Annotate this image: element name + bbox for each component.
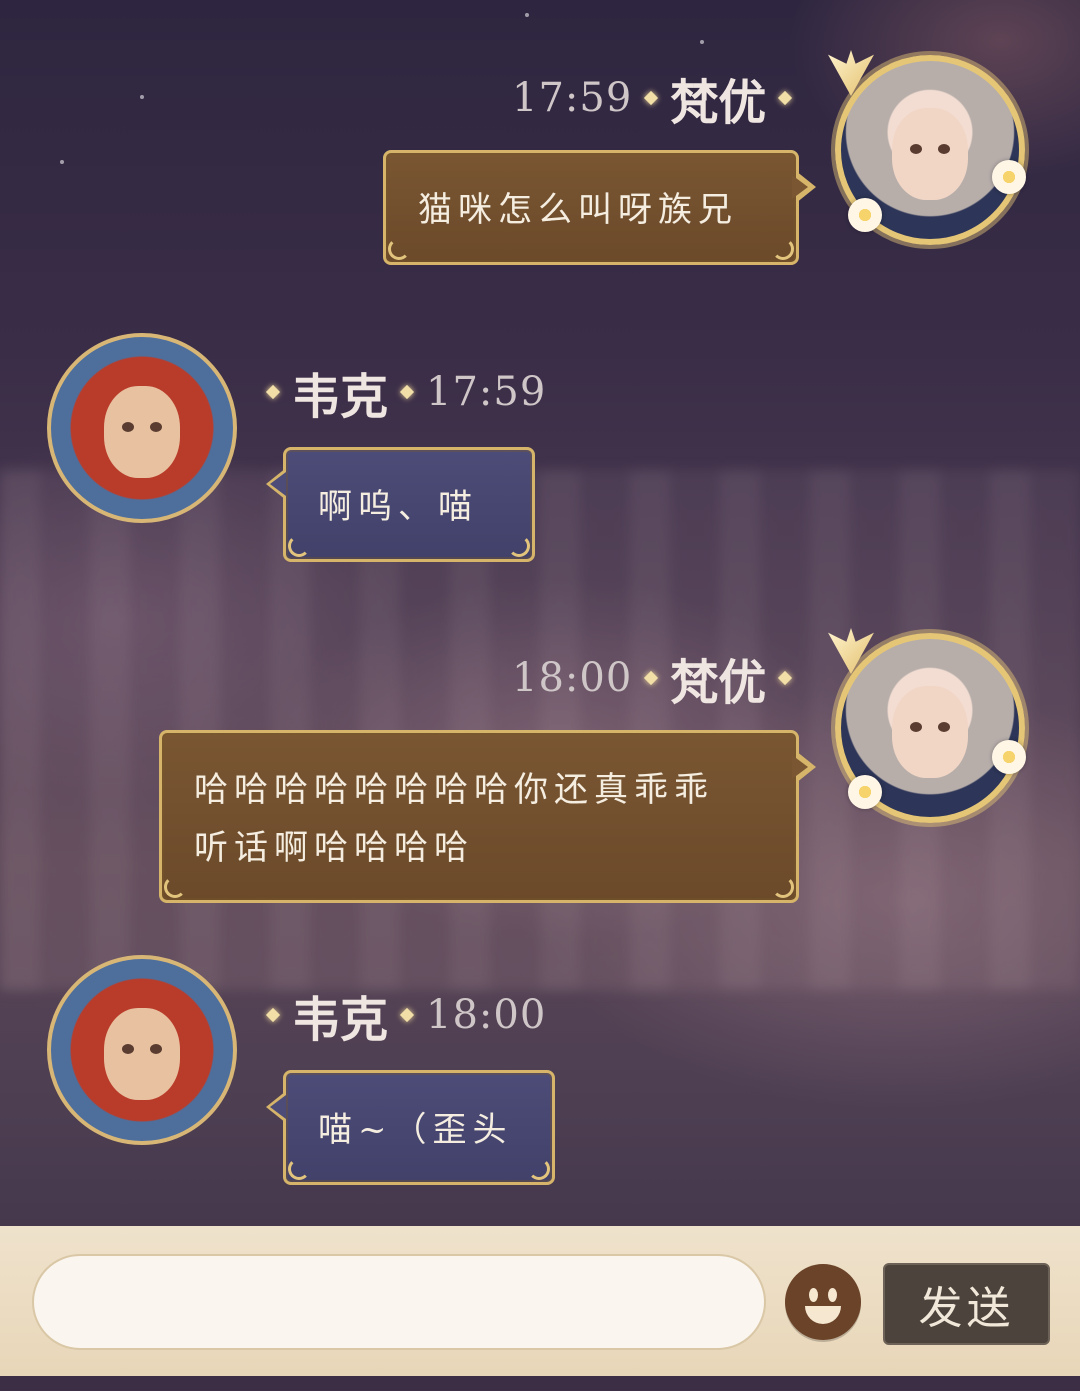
send-button[interactable]: 发送	[883, 1263, 1050, 1345]
bubble-corner-ornament	[772, 876, 794, 898]
sparkle	[700, 40, 704, 44]
message-header: 韦克 18:00	[265, 985, 547, 1048]
bubble-tail	[266, 1091, 286, 1123]
message-time: 17:59	[512, 75, 633, 121]
diamond-icon	[399, 1007, 415, 1023]
avatar-face	[104, 1007, 180, 1100]
flower-ornament-icon	[992, 740, 1026, 774]
diamond-icon	[644, 670, 659, 686]
diamond-icon	[778, 90, 793, 106]
message-header: 17:59 梵优	[512, 68, 793, 131]
message-time: 17:59	[426, 369, 547, 415]
diamond-icon	[265, 1007, 281, 1023]
diamond-icon	[644, 90, 659, 106]
chat-bubble-outgoing: 猫咪怎么叫呀族兄	[383, 150, 816, 265]
flower-ornament-icon	[848, 198, 882, 232]
message-text-line: 听话啊哈哈哈哈	[194, 828, 474, 868]
bubble-corner-ornament	[288, 1158, 310, 1180]
message-input[interactable]	[32, 1254, 766, 1350]
bubble-tail	[792, 171, 816, 203]
emoji-eye	[809, 1288, 818, 1302]
message-header: 韦克 17:59	[265, 362, 547, 425]
message-text: 啊呜、喵	[318, 487, 478, 527]
smiley-face-icon[interactable]	[785, 1264, 861, 1340]
sparkle	[525, 13, 529, 17]
avatar-face	[104, 385, 180, 478]
flower-ornament-icon	[848, 775, 882, 809]
message-text: 喵~（歪头	[318, 1110, 513, 1150]
sender-name: 韦克	[292, 369, 389, 425]
message-text-line: 哈哈哈哈哈哈哈哈你还真乖乖	[194, 770, 714, 810]
message-header: 18:00 梵优	[512, 648, 793, 711]
avatar-face	[892, 107, 968, 200]
avatar-weike[interactable]	[47, 333, 237, 523]
bubble-corner-ornament	[508, 535, 530, 557]
message-time: 18:00	[426, 992, 547, 1038]
chat-bubble-incoming: 喵~（歪头	[266, 1070, 555, 1185]
bubble-corner-ornament	[164, 876, 186, 898]
chat-bubble-incoming: 啊呜、喵	[266, 447, 535, 562]
message-text: 哈哈哈哈哈哈哈哈你还真乖乖 听话啊哈哈哈哈	[162, 733, 796, 905]
bubble-corner-ornament	[388, 238, 410, 260]
flower-ornament-icon	[992, 160, 1026, 194]
chat-bubble-outgoing: 哈哈哈哈哈哈哈哈你还真乖乖 听话啊哈哈哈哈	[159, 730, 816, 905]
bubble-corner-ornament	[772, 238, 794, 260]
sender-name: 韦克	[292, 992, 389, 1048]
diamond-icon	[265, 384, 281, 400]
sparkle	[60, 160, 64, 164]
sparkle	[140, 95, 144, 99]
emoji-eye	[828, 1288, 837, 1302]
emoji-mouth	[805, 1306, 841, 1324]
bubble-corner-ornament	[528, 1158, 550, 1180]
sender-name: 梵优	[670, 655, 767, 711]
diamond-icon	[399, 384, 415, 400]
avatar-face	[892, 685, 968, 778]
bubble-corner-ornament	[288, 535, 310, 557]
input-bar-bottom-edge	[0, 1376, 1080, 1391]
sender-name: 梵优	[670, 75, 767, 131]
bubble-tail	[266, 468, 286, 500]
avatar-weike[interactable]	[47, 955, 237, 1145]
diamond-icon	[778, 670, 793, 686]
message-time: 18:00	[512, 655, 633, 701]
bubble-tail	[792, 751, 816, 783]
message-text: 猫咪怎么叫呀族兄	[418, 190, 738, 230]
